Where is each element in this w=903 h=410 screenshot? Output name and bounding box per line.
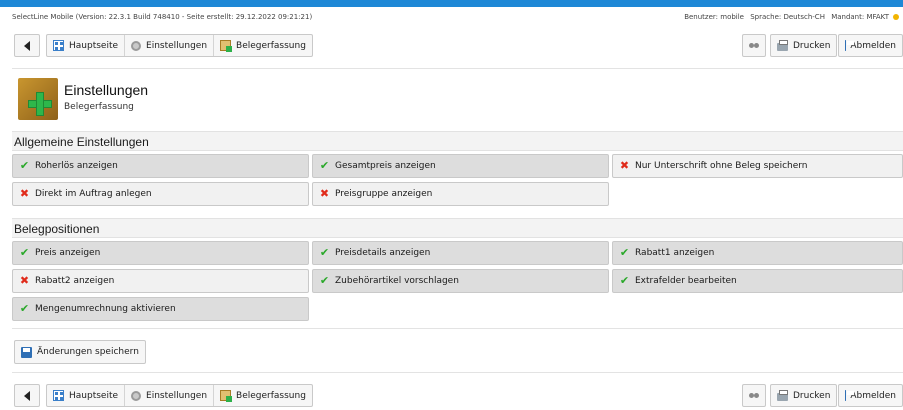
section-positions-title: Belegpositionen [14,222,100,236]
print-label: Drucken [793,390,831,401]
view-button[interactable] [742,384,766,407]
document-add-icon [220,40,233,52]
check-icon: ✔ [619,246,630,259]
page-title: Einstellungen [64,82,149,98]
order-entry-button[interactable]: Belegerfassung [214,35,312,56]
divider [12,372,903,373]
option-label: Preis anzeigen [35,248,101,258]
logout-label: Abmelden [850,390,896,401]
mandant-info: Mandant: MFAKT [831,13,889,21]
check-icon: ✔ [19,302,30,315]
view-button[interactable] [742,34,766,57]
cross-icon: ✖ [319,187,330,200]
option-roherloes[interactable]: ✔ Roherlös anzeigen [12,154,309,178]
grid-icon [53,40,64,51]
back-button[interactable] [14,34,40,57]
home-label: Hauptseite [69,390,119,401]
section-general-title: Allgemeine Einstellungen [14,135,149,149]
print-button[interactable]: Drucken [770,34,838,57]
save-icon [21,346,32,358]
cross-icon: ✖ [619,159,630,172]
check-icon: ✔ [619,274,630,287]
home-button[interactable]: Hauptseite [47,385,126,406]
language-info: Sprache: Deutsch-CH [750,13,825,21]
printer-icon [777,389,788,401]
back-arrow-icon [24,40,30,51]
option-label: Preisdetails anzeigen [335,248,431,258]
check-icon: ✔ [319,274,330,287]
option-gesamtpreis[interactable]: ✔ Gesamtpreis anzeigen [312,154,609,178]
section-positions-header: Belegpositionen [12,218,903,238]
bottom-toolbar: Hauptseite Einstellungen Belegerfassung … [0,380,903,410]
option-label: Rabatt1 anzeigen [635,248,715,258]
option-extrafelder[interactable]: ✔ Extrafelder bearbeiten [612,269,903,293]
glasses-icon [749,392,759,399]
option-label: Roherlös anzeigen [35,161,118,171]
grid-icon [53,390,64,401]
settings-button[interactable]: Einstellungen [125,35,215,56]
gear-icon [131,390,142,401]
printer-icon [777,39,788,51]
gear-icon [131,40,142,51]
back-arrow-icon [24,390,30,401]
section-general-header: Allgemeine Einstellungen [12,131,903,151]
settings-button[interactable]: Einstellungen [125,385,215,406]
option-nur-unterschrift[interactable]: ✖ Nur Unterschrift ohne Beleg speichern [612,154,903,178]
option-preis[interactable]: ✔ Preis anzeigen [12,241,309,265]
logout-label: Abmelden [850,40,896,51]
back-button[interactable] [14,384,40,407]
option-label: Rabatt2 anzeigen [35,276,115,286]
option-label: Mengenumrechnung aktivieren [35,304,176,314]
option-label: Zubehörartikel vorschlagen [335,276,459,286]
option-label: Gesamtpreis anzeigen [335,161,436,171]
print-label: Drucken [793,40,831,51]
save-changes-label: Änderungen speichern [37,347,139,357]
mandant-status-icon [893,14,899,20]
option-label: Nur Unterschrift ohne Beleg speichern [635,161,808,171]
cross-icon: ✖ [19,274,30,287]
glasses-icon [749,42,759,49]
settings-label: Einstellungen [146,40,208,51]
top-accent-bar [0,0,903,7]
divider [12,328,903,329]
option-label: Preisgruppe anzeigen [335,189,433,199]
home-label: Hauptseite [69,40,119,51]
option-mengenumrechnung[interactable]: ✔ Mengenumrechnung aktivieren [12,297,309,321]
document-add-icon [220,390,233,402]
option-rabatt1[interactable]: ✔ Rabatt1 anzeigen [612,241,903,265]
settings-label: Einstellungen [146,390,208,401]
check-icon: ✔ [319,246,330,259]
home-button[interactable]: Hauptseite [47,35,126,56]
option-zubehoerartikel[interactable]: ✔ Zubehörartikel vorschlagen [312,269,609,293]
option-direkt-im-auftrag[interactable]: ✖ Direkt im Auftrag anlegen [12,182,309,206]
breadcrumb: Hauptseite Einstellungen Belegerfassung [46,384,313,407]
logout-button[interactable]: Abmelden [838,34,903,57]
session-info: Benutzer: mobile Sprache: Deutsch-CH Man… [680,13,899,21]
option-rabatt2[interactable]: ✖ Rabatt2 anzeigen [12,269,309,293]
check-icon: ✔ [19,159,30,172]
option-label: Extrafelder bearbeiten [635,276,737,286]
check-icon: ✔ [319,159,330,172]
page-subtitle: Belegerfassung [64,102,134,112]
breadcrumb: Hauptseite Einstellungen Belegerfassung [46,34,313,57]
user-info: Benutzer: mobile [684,13,744,21]
top-toolbar: Hauptseite Einstellungen Belegerfassung … [0,30,903,62]
save-changes-button[interactable]: Änderungen speichern [14,340,146,364]
logout-button[interactable]: Abmelden [838,384,903,407]
check-icon: ✔ [19,246,30,259]
order-entry-button[interactable]: Belegerfassung [214,385,312,406]
print-button[interactable]: Drucken [770,384,838,407]
settings-add-icon [18,78,58,120]
app-version-info: SelectLine Mobile (Version: 22.3.1 Build… [12,13,313,21]
option-label: Direkt im Auftrag anlegen [35,189,152,199]
divider [12,68,903,69]
order-entry-label: Belegerfassung [236,40,306,51]
info-bar: SelectLine Mobile (Version: 22.3.1 Build… [0,11,903,23]
cross-icon: ✖ [19,187,30,200]
option-preisgruppe[interactable]: ✖ Preisgruppe anzeigen [312,182,609,206]
order-entry-label: Belegerfassung [236,390,306,401]
option-preisdetails[interactable]: ✔ Preisdetails anzeigen [312,241,609,265]
